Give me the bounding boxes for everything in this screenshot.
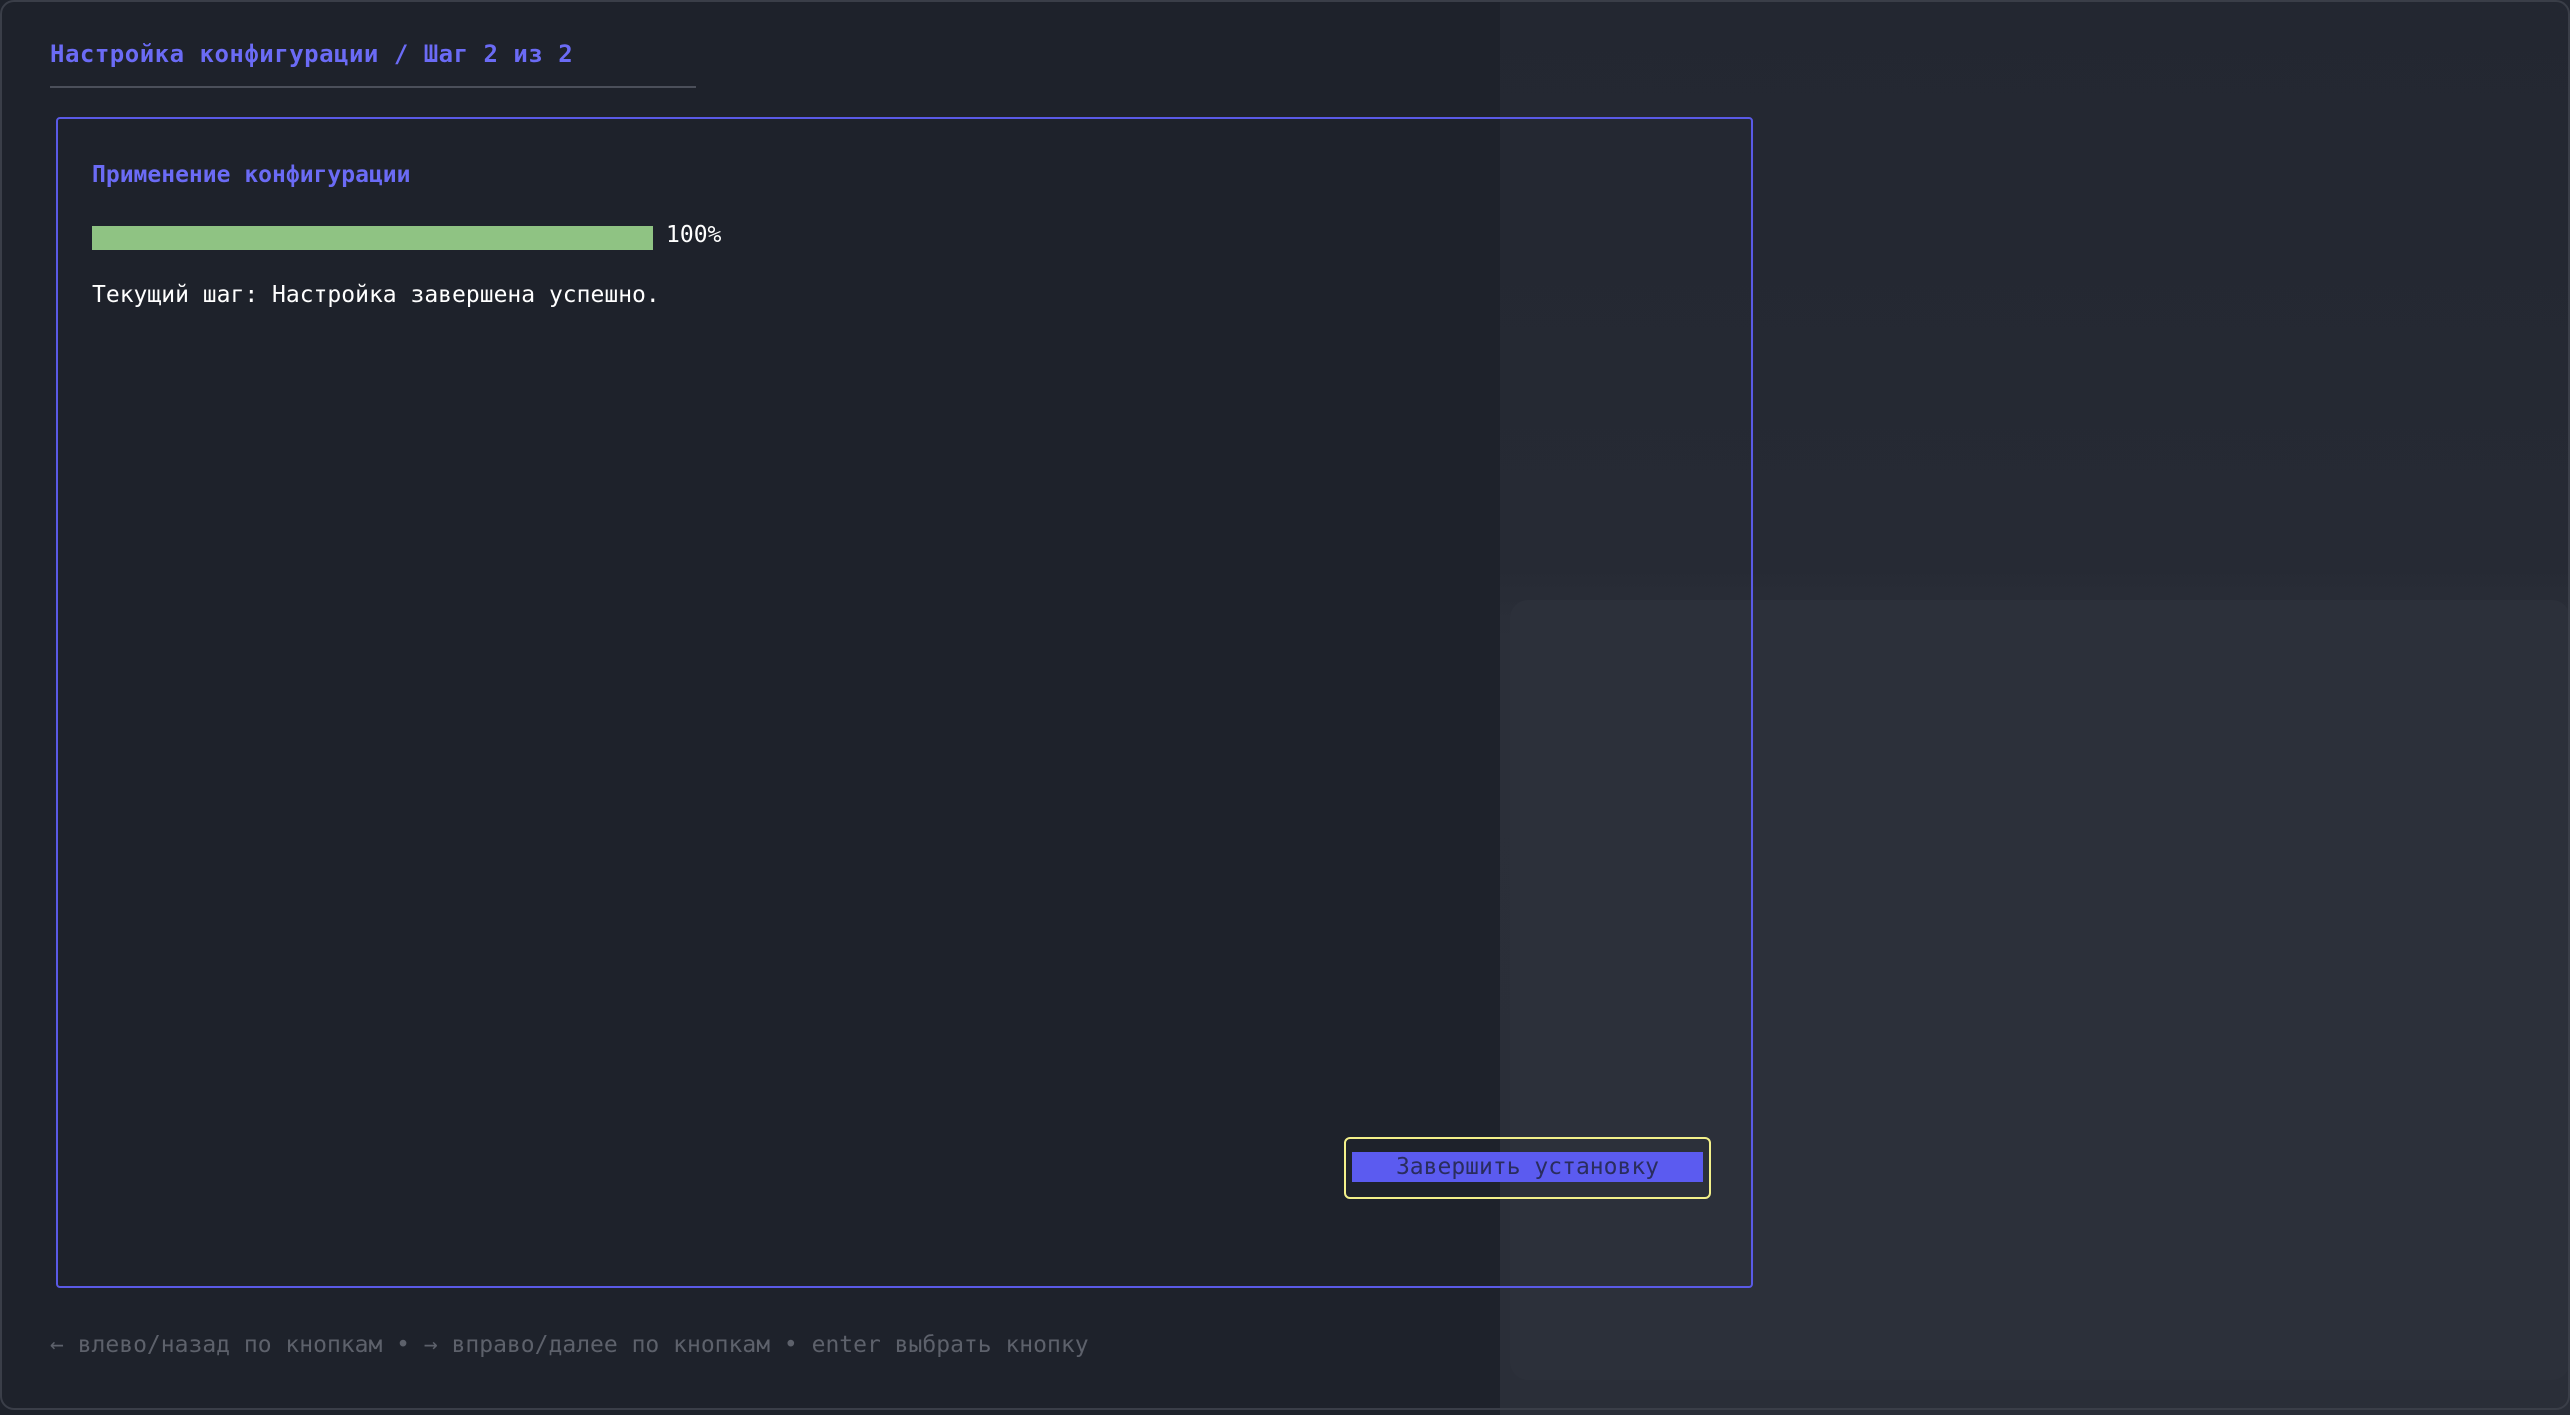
header-divider — [50, 86, 696, 88]
progress-bar-fill — [92, 226, 653, 250]
keyboard-hint: ← влево/назад по кнопкам • → вправо/дале… — [50, 1332, 1089, 1358]
page-title: Настройка конфигурации / Шаг 2 из 2 — [50, 40, 574, 68]
panel-title: Применение конфигурации — [92, 162, 411, 188]
progress-bar — [92, 226, 653, 250]
current-step-status: Текущий шаг: Настройка завершена успешно… — [92, 282, 660, 308]
progress-percent: 100% — [666, 222, 722, 248]
finish-button-focus-ring[interactable]: Завершить установку — [1344, 1137, 1711, 1199]
finish-install-button[interactable]: Завершить установку — [1352, 1152, 1703, 1182]
